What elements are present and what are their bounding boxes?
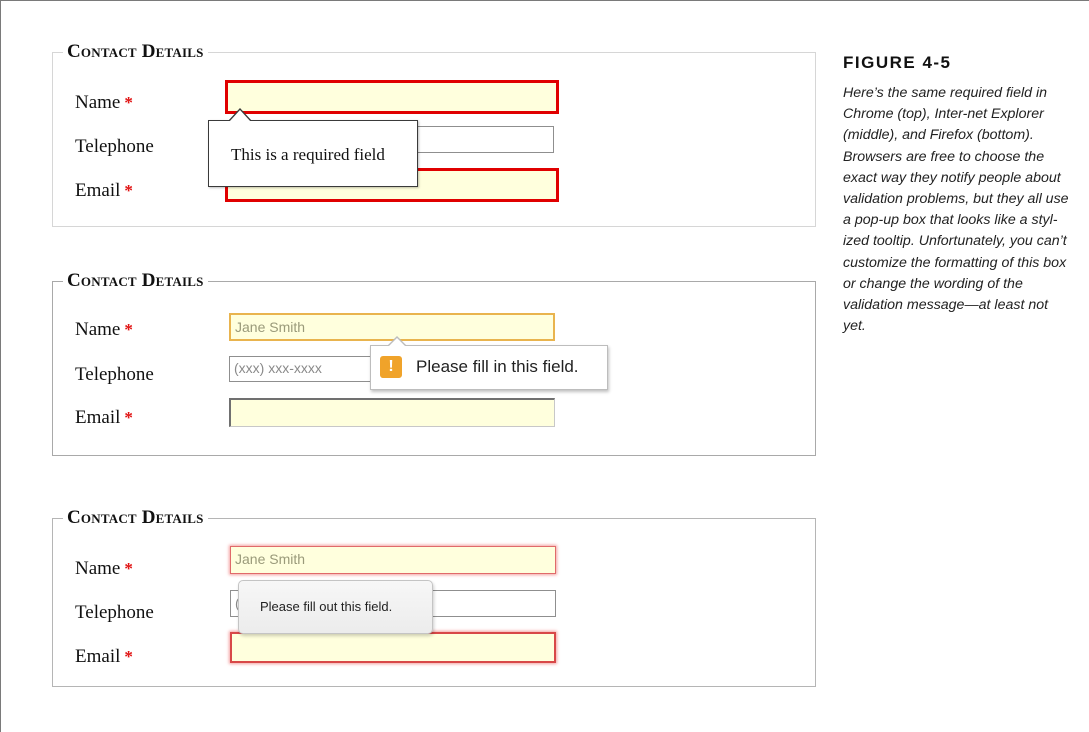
validation-tooltip-chrome: This is a required field (208, 120, 418, 187)
fieldset-legend: Contact Details (67, 507, 204, 528)
name-label: Name * (75, 92, 133, 113)
name-label: Name * (75, 558, 133, 579)
fieldset-legend: Contact Details (67, 270, 204, 291)
required-asterisk: * (124, 93, 133, 112)
email-input[interactable] (230, 632, 556, 663)
tooltip-arrow-fill (229, 110, 251, 122)
required-asterisk: * (124, 647, 133, 666)
email-label: Email * (75, 407, 133, 428)
figure-caption: Here’s the same required field in Chrome… (843, 85, 1069, 335)
required-asterisk: * (124, 320, 133, 339)
email-label: Email * (75, 180, 133, 201)
name-input[interactable]: Jane Smith (230, 546, 556, 574)
required-asterisk: * (124, 408, 133, 427)
telephone-label: Telephone (75, 364, 154, 385)
required-asterisk: * (124, 181, 133, 200)
email-input[interactable] (229, 398, 555, 427)
page-frame-top (0, 0, 1089, 1)
figure-title: FIGURE 4-5 (843, 53, 952, 72)
name-label: Name * (75, 319, 133, 340)
page-frame-left (0, 0, 1, 732)
fieldset-legend: Contact Details (67, 41, 204, 62)
tooltip-message: Please fill in this field. (416, 357, 579, 376)
name-input[interactable] (225, 80, 559, 114)
required-asterisk: * (124, 559, 133, 578)
email-label: Email * (75, 646, 133, 667)
tooltip-arrow-fill (389, 338, 405, 346)
validation-tooltip-firefox: Please fill out this field. (238, 580, 433, 634)
telephone-input[interactable]: (xxx) xxx-xxxx (229, 356, 375, 382)
telephone-label: Telephone (75, 602, 154, 623)
telephone-label: Telephone (75, 136, 154, 157)
validation-tooltip-ie: ! Please fill in this field. (370, 345, 608, 390)
warning-icon: ! (380, 356, 402, 378)
